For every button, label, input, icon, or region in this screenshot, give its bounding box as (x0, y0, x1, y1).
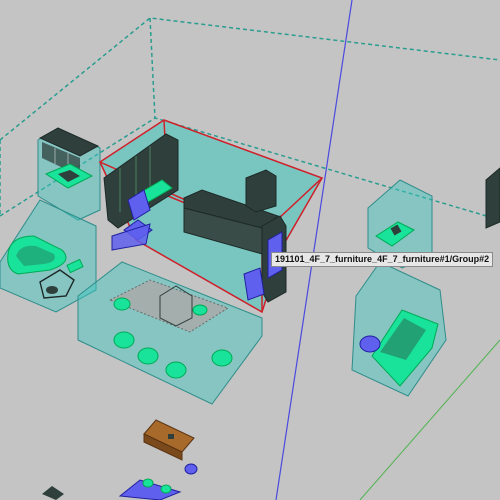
right-living-volume[interactable] (351, 261, 447, 397)
bottom-dining-set[interactable] (42, 478, 182, 500)
sketchup-3d-viewport[interactable]: 191101_4F_7_furniture_4F_7_furniture#1/G… (0, 0, 500, 500)
component-tooltip: 191101_4F_7_furniture_4F_7_furniture#1/G… (271, 252, 494, 267)
far-right-shelf[interactable] (485, 167, 500, 229)
bottom-wood-table[interactable] (143, 419, 198, 475)
model-scene[interactable] (0, 0, 500, 500)
blue-axis-line (275, 0, 353, 500)
